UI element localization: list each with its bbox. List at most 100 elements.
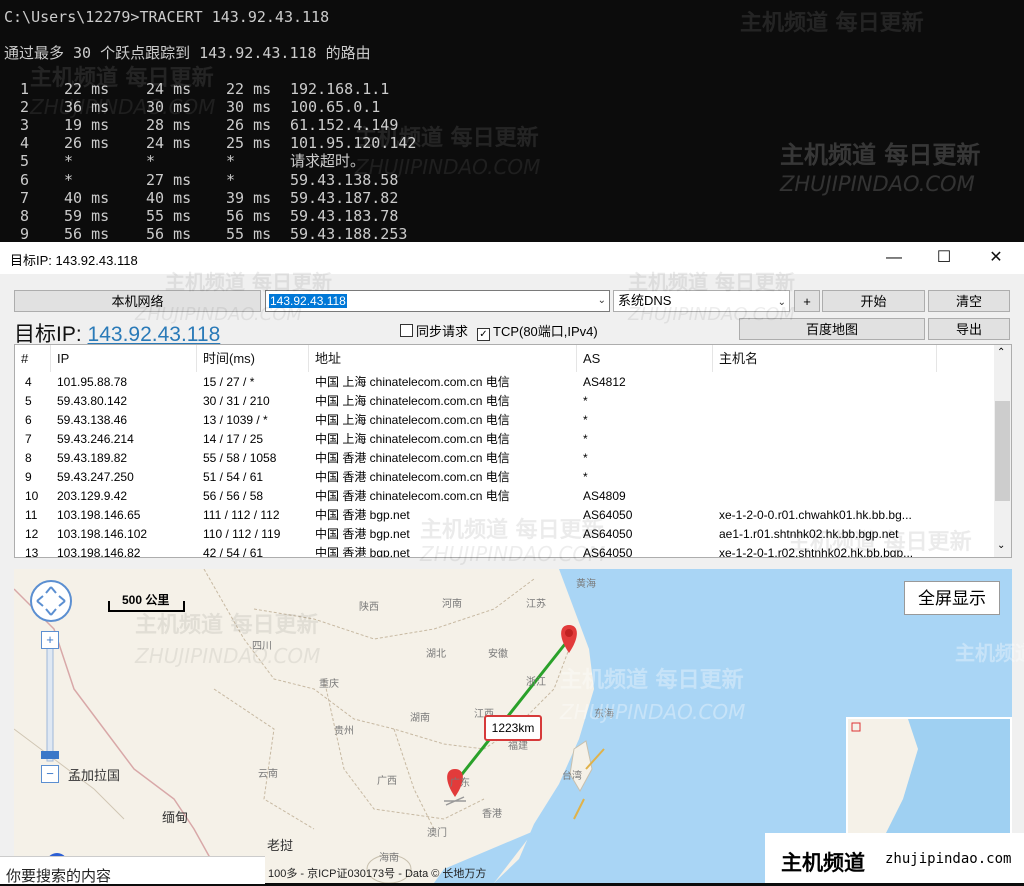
clear-button[interactable]: 清空 bbox=[928, 290, 1010, 312]
title-bar: 目标IP: 143.92.43.118 — ☐ ✕ bbox=[0, 242, 1024, 274]
table-row[interactable]: 8 59.43.189.82 55 / 58 / 1058 中国 香港 chinate… bbox=[15, 449, 995, 468]
column-header[interactable]: IP bbox=[51, 345, 197, 372]
scroll-up-icon[interactable]: ⌃ bbox=[997, 347, 1005, 358]
cell-n: 10 bbox=[25, 489, 39, 503]
cell-n: 12 bbox=[25, 527, 39, 541]
table-row[interactable]: 10 203.129.9.42 56 / 56 / 58 中国 香港 chinatel… bbox=[15, 487, 995, 506]
console-intro: 通过最多 30 个跃点跟踪到 143.92.43.118 的路由 bbox=[4, 44, 371, 62]
fullscreen-button[interactable]: 全屏显示 bbox=[904, 581, 1000, 615]
ip-input[interactable]: 143.92.43.118 ⌄ bbox=[265, 290, 610, 312]
cell-time: 14 / 17 / 25 bbox=[203, 432, 264, 446]
scrollbar-thumb[interactable] bbox=[995, 401, 1010, 501]
hop-t3: 30 ms bbox=[226, 98, 272, 117]
hop-t2: 40 ms bbox=[146, 188, 192, 207]
hop-n: 5 bbox=[20, 152, 30, 171]
cell-host: ae1-1.r01.shtnhk02.hk.bb.bgp.net bbox=[719, 527, 899, 541]
hop-t2: 24 ms bbox=[146, 80, 192, 98]
besttrace-window: 目标IP: 143.92.43.118 — ☐ ✕ 本机网络 143.92.43… bbox=[0, 242, 1024, 883]
hop-t1: 59 ms bbox=[64, 206, 110, 225]
export-button[interactable]: 导出 bbox=[928, 318, 1010, 340]
distance-label: 1223km bbox=[484, 715, 542, 741]
hop-t1: 40 ms bbox=[64, 188, 110, 207]
sync-request-label: 同步请求 bbox=[416, 324, 469, 339]
hop-addr: 192.168.1.1 bbox=[290, 80, 390, 98]
map-place-label: 香港 bbox=[482, 809, 502, 820]
cell-n: 9 bbox=[25, 470, 32, 484]
map-place-label: 云南 bbox=[258, 769, 278, 780]
column-header[interactable]: 时间(ms) bbox=[197, 345, 309, 372]
watermark: 主机频道 每日更新 bbox=[740, 11, 924, 36]
map-place-label: 贵州 bbox=[334, 726, 354, 737]
cell-n: 11 bbox=[25, 508, 38, 522]
hop-t2: 28 ms bbox=[146, 116, 192, 135]
cell-time: 51 / 54 / 61 bbox=[203, 470, 264, 484]
check-icon[interactable]: ✓ bbox=[477, 328, 490, 341]
map-copyright: 100多 - 京ICP证030173号 - Data © 长地万方 bbox=[268, 868, 487, 880]
table-scrollbar[interactable]: ⌃ ⌄ bbox=[994, 345, 1011, 557]
cell-n: 5 bbox=[25, 394, 32, 408]
table-row[interactable]: 6 59.43.138.46 13 / 1039 / * 中国 上海 chinatel… bbox=[15, 411, 995, 430]
map-place-label: 重庆 bbox=[319, 679, 339, 690]
local-network-button[interactable]: 本机网络 bbox=[14, 290, 261, 312]
hop-t1: 36 ms bbox=[64, 98, 110, 117]
cell-addr: 中国 香港 bgp.net bbox=[315, 508, 410, 522]
hop-t2: 27 ms bbox=[146, 170, 192, 189]
map-place-label: 广西 bbox=[377, 776, 397, 787]
sync-request-checkbox[interactable]: 同步请求 bbox=[400, 321, 468, 340]
column-header[interactable]: 主机名 bbox=[713, 345, 937, 372]
hop-n: 3 bbox=[20, 116, 30, 135]
map-place-label: 安徽 bbox=[488, 649, 508, 660]
cell-ip: 103.198.146.102 bbox=[57, 527, 148, 541]
start-button[interactable]: 开始 bbox=[822, 290, 925, 312]
cell-host: xe-1-2-0-1.r02.shtnhk02.hk.bb.bgp... bbox=[719, 546, 914, 558]
dns-select[interactable]: 系统DNS ⌄ bbox=[613, 290, 790, 312]
cell-time: 15 / 27 / * bbox=[203, 375, 255, 389]
hop-t3: * bbox=[226, 170, 236, 189]
add-button[interactable]: + bbox=[794, 290, 820, 312]
map-place-label: 河南 bbox=[442, 599, 462, 610]
column-header[interactable]: 地址 bbox=[309, 345, 577, 372]
minimize-button[interactable]: — bbox=[868, 242, 920, 274]
target-ip-link[interactable]: 143.92.43.118 bbox=[88, 323, 221, 346]
cell-time: 56 / 56 / 58 bbox=[203, 489, 264, 503]
hop-t1: 56 ms bbox=[64, 224, 110, 243]
hop-n: 7 bbox=[20, 188, 30, 207]
table-row[interactable]: 13 103.198.146.82 42 / 54 / 61 中国 香港 bgp.ne… bbox=[15, 544, 995, 558]
dns-select-value: 系统DNS bbox=[618, 293, 672, 308]
cell-host: xe-1-2-0-0.r01.chwahk01.hk.bb.bg... bbox=[719, 508, 912, 522]
hop-t2: 24 ms bbox=[146, 134, 192, 153]
table-row[interactable]: 7 59.43.246.214 14 / 17 / 25 中国 上海 chinatel… bbox=[15, 430, 995, 449]
map-country-label: 缅甸 bbox=[162, 810, 189, 825]
table-row[interactable]: 5 59.43.80.142 30 / 31 / 210 中国 上海 chinatel… bbox=[15, 392, 995, 411]
cell-addr: 中国 上海 chinatelecom.com.cn 电信 bbox=[315, 432, 510, 446]
table-row[interactable]: 11 103.198.146.65 111 / 112 / 112 中国 香港 bgp… bbox=[15, 506, 995, 525]
maximize-button[interactable]: ☐ bbox=[918, 242, 970, 274]
checkbox-box[interactable] bbox=[400, 324, 413, 337]
ip-input-value: 143.92.43.118 bbox=[269, 294, 347, 308]
zoom-in-button[interactable]: + bbox=[41, 631, 59, 649]
zoom-out-button[interactable]: − bbox=[41, 765, 59, 783]
search-box[interactable]: 你要搜索的内容 bbox=[0, 856, 265, 885]
chevron-down-icon[interactable]: ⌄ bbox=[778, 293, 786, 313]
tcp-label: TCP(80端口,IPv4) bbox=[493, 324, 598, 339]
watermark: 主机频道 每日更新 bbox=[780, 141, 981, 169]
table-row[interactable]: 9 59.43.247.250 51 / 54 / 61 中国 香港 chinatel… bbox=[15, 468, 995, 487]
column-header[interactable]: AS bbox=[577, 345, 713, 372]
column-header[interactable]: # bbox=[15, 345, 51, 372]
cell-ip: 203.129.9.42 bbox=[57, 489, 128, 503]
hop-t3: 22 ms bbox=[226, 80, 272, 98]
scroll-down-icon[interactable]: ⌄ bbox=[997, 540, 1005, 551]
table-row[interactable]: 4 101.95.88.78 15 / 27 / * 中国 上海 chinatelec… bbox=[15, 373, 995, 392]
hop-addr: 请求超时。 bbox=[290, 152, 366, 171]
hop-t3: * bbox=[226, 152, 236, 171]
hop-t2: 30 ms bbox=[146, 98, 192, 117]
hop-t1: * bbox=[64, 152, 74, 171]
chevron-down-icon[interactable]: ⌄ bbox=[598, 295, 606, 306]
cell-ip: 59.43.246.214 bbox=[57, 432, 134, 446]
tcp-checkbox[interactable]: ✓ TCP(80端口,IPv4) bbox=[477, 321, 598, 341]
close-button[interactable]: ✕ bbox=[970, 242, 1022, 274]
hop-addr: 59.43.187.82 bbox=[290, 188, 399, 207]
table-row[interactable]: 12 103.198.146.102 110 / 112 / 119 中国 香港 bg… bbox=[15, 525, 995, 544]
map-place-label: 四川 bbox=[252, 641, 272, 652]
baidu-map-button[interactable]: 百度地图 bbox=[739, 318, 925, 340]
